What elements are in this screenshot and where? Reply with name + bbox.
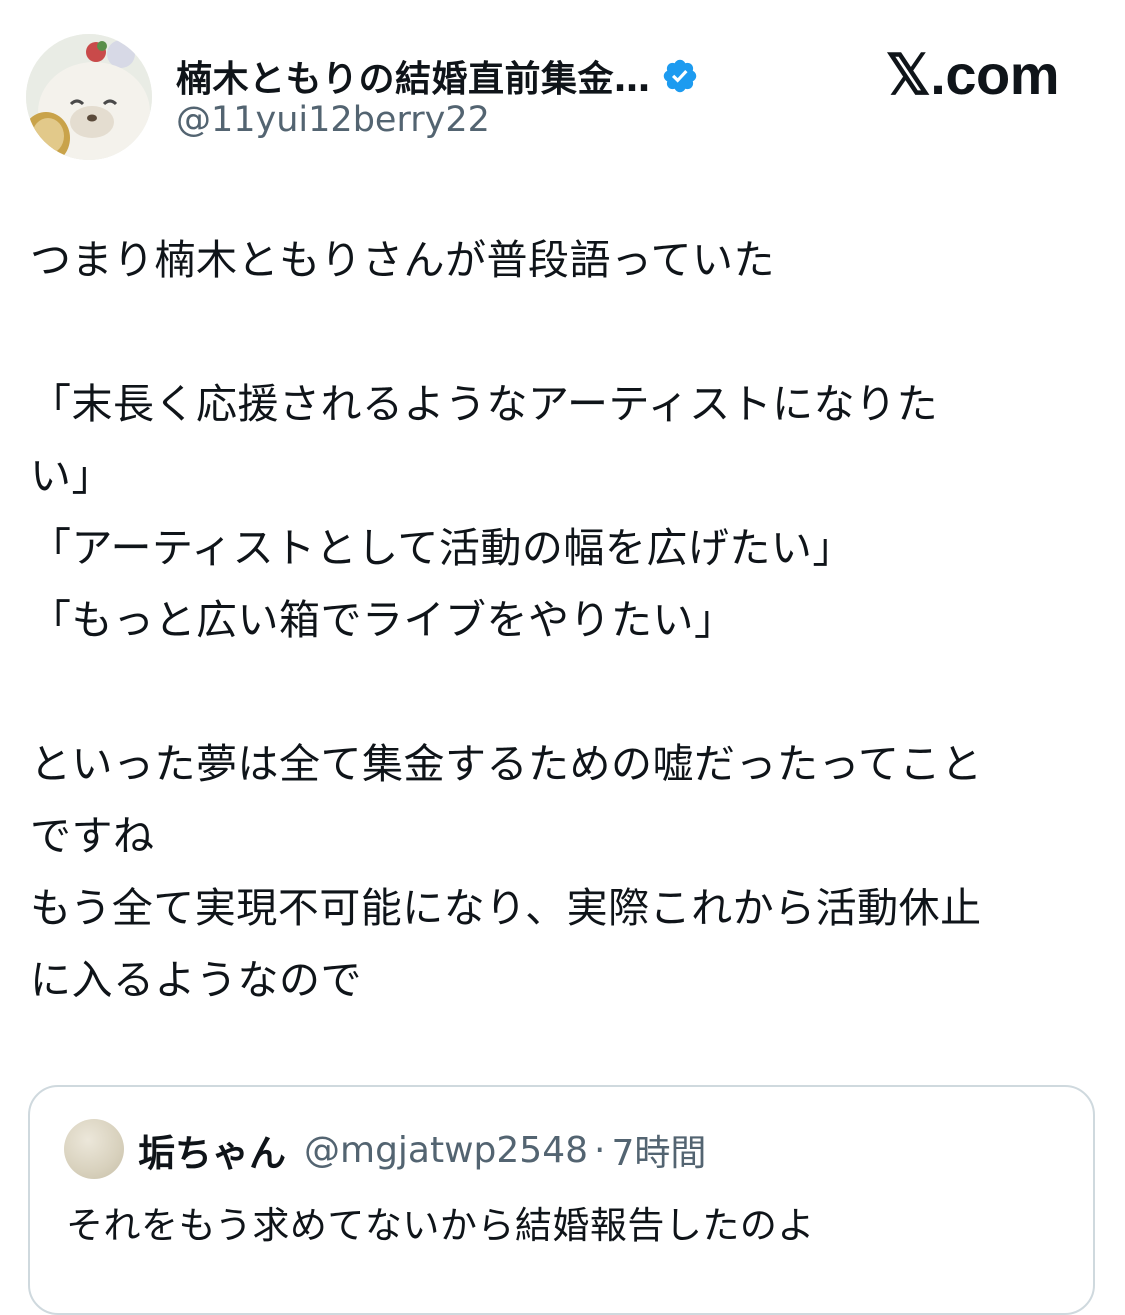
verified-badge-icon [661,57,699,95]
display-name-row: 楠木ともりの結婚直前集金… [176,48,699,104]
tweet-line: 「末長く応援されるようなアーティストになりた [30,380,939,428]
quoted-author-handle[interactable]: @mgjatwp2548 [304,1130,588,1171]
meta-separator: · [594,1129,606,1171]
author-handle[interactable]: @11yui12berry22 [176,100,490,140]
author-avatar[interactable] [26,34,152,160]
tweet-body: つまり楠木ともりさんが普段語っていた 「末長く応援されるようなアーティストになり… [30,224,1090,1016]
tweet-line: もう全て実現不可能になり、実際これから活動休止 [30,884,982,932]
tweet-line: 「アーティストとして活動の幅を広げたい」 [30,524,854,572]
tweet-line: といった夢は全て集金するための嘘だったってこと [30,740,983,788]
tweet-line: つまり楠木ともりさんが普段語っていた [30,236,775,284]
tweet-line: ですね [30,812,155,860]
tweet-line: い」 [30,452,113,500]
quoted-tweet-text: それをもう求めてないから結婚報告したのよ [66,1204,815,1247]
quoted-tweet-card[interactable]: 垢ちゃん @mgjatwp2548 · 7時間 それをもう求めてないから結婚報告… [28,1085,1095,1315]
tweet-line: に入るようなので [30,956,362,1004]
site-brand-logo: 𝕏.com [885,43,1060,106]
quoted-author-display-name[interactable]: 垢ちゃん [138,1123,286,1177]
author-display-name[interactable]: 楠木ともりの結婚直前集金… [176,50,651,102]
avatar-photo-icon [26,34,152,160]
quoted-tweet-time[interactable]: 7時間 [611,1124,706,1176]
quoted-author-avatar[interactable] [64,1119,124,1179]
quoted-tweet-meta: 垢ちゃん @mgjatwp2548 · 7時間 [138,1123,706,1177]
tweet-line: 「もっと広い箱でライブをやりたい」 [30,596,736,644]
tweet-header: 楠木ともりの結婚直前集金… @11yui12berry22 𝕏.com [0,0,1125,180]
